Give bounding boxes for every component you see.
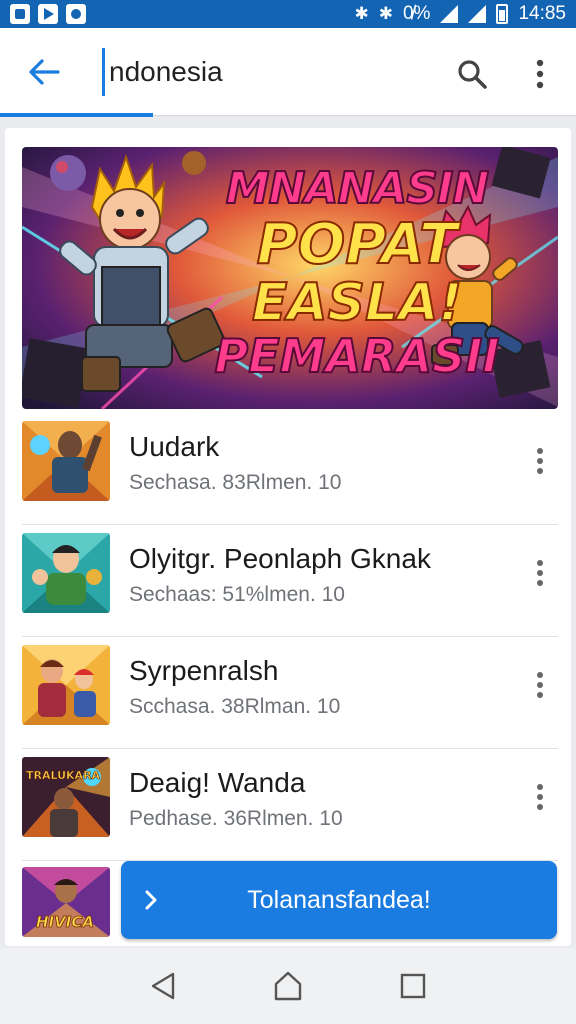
home-icon — [274, 971, 302, 1001]
item-overflow-button[interactable] — [526, 773, 554, 821]
banner-line-4: PEMARASII — [214, 329, 501, 383]
status-bar: ✱ ✱ 0̸% 14:85 — [0, 0, 576, 28]
game-meta: Sechasa. 83Rlmen. 10 — [129, 471, 342, 494]
banner-title: MNANASIN POPAT EASLA! PEMARASII — [192, 163, 522, 383]
nav-recents-button[interactable] — [388, 961, 438, 1011]
search-input[interactable] — [102, 48, 422, 96]
bluetooth-icon: ✱ — [354, 4, 369, 23]
thumbnail-logo-text: TRALUKARA — [26, 769, 101, 782]
results-card: MNANASIN POPAT EASLA! PEMARASII Uudark S… — [5, 128, 571, 946]
search-icon — [458, 60, 487, 89]
game-thumbnail — [22, 421, 110, 501]
signal-icon — [440, 5, 459, 23]
play-store-icon — [38, 4, 58, 24]
more-vertical-icon — [537, 784, 543, 810]
nav-back-button[interactable] — [138, 961, 188, 1011]
more-vertical-icon — [537, 448, 543, 474]
app-notification-icon — [10, 4, 30, 24]
chevron-right-icon — [121, 888, 181, 912]
primary-action-label: Tolanansfandea! — [247, 885, 431, 914]
game-list-item[interactable]: HIVICA Tolanansfandea! — [22, 861, 558, 947]
thumbnail-logo-text: HIVICA — [36, 913, 94, 931]
game-thumbnail: TRALUKARA — [22, 757, 110, 837]
game-meta: Scchasa. 38Rlman. 10 — [129, 695, 341, 718]
more-vertical-icon — [537, 560, 543, 586]
game-thumbnail — [22, 645, 110, 725]
game-thumbnail: HIVICA — [22, 867, 110, 937]
overflow-menu-button[interactable] — [520, 52, 560, 96]
game-meta: Pedhase. 36Rlmen. 10 — [129, 807, 343, 830]
app-bar — [0, 28, 576, 117]
game-list-item[interactable]: Uudark Sechasa. 83Rlmen. 10 — [22, 413, 558, 525]
signal-text: 0̸% — [402, 3, 431, 24]
game-meta: Sechaas: 51%lmen. 10 — [129, 583, 345, 606]
banner-line-2: POPAT — [256, 212, 459, 277]
square-recents-icon — [401, 973, 426, 999]
item-overflow-button[interactable] — [526, 549, 554, 597]
featured-banner[interactable]: MNANASIN POPAT EASLA! PEMARASII — [22, 147, 558, 409]
item-overflow-button[interactable] — [526, 437, 554, 485]
status-time: 14:85 — [518, 3, 566, 24]
nav-home-button[interactable] — [263, 961, 313, 1011]
banner-line-1: MNANASIN — [225, 163, 490, 214]
back-button[interactable] — [22, 52, 66, 92]
game-thumbnail — [22, 533, 110, 613]
game-list-item[interactable]: Olyitgr. Peonlaph Gknak Sechaas: 51%lmen… — [22, 525, 558, 637]
arrow-left-icon — [29, 59, 60, 85]
bluetooth-icon-2: ✱ — [378, 4, 393, 23]
game-title: Deaig! Wanda — [129, 767, 306, 798]
game-title: Olyitgr. Peonlaph Gknak — [129, 543, 431, 574]
primary-action-button[interactable]: Tolanansfandea! — [121, 861, 557, 939]
item-overflow-button[interactable] — [526, 661, 554, 709]
more-vertical-icon — [536, 59, 544, 89]
tab-indicator — [0, 113, 153, 117]
game-title: Uudark — [129, 431, 220, 462]
wifi-icon — [468, 5, 487, 23]
banner-line-3: EASLA! — [251, 273, 463, 333]
triangle-back-icon — [151, 972, 174, 1000]
more-vertical-icon — [537, 672, 543, 698]
game-list-item[interactable]: TRALUKARA Deaig! Wanda Pedhase. 36Rlmen.… — [22, 749, 558, 861]
system-nav-bar — [0, 948, 576, 1024]
sync-icon — [66, 4, 86, 24]
battery-icon — [496, 4, 509, 24]
game-list-item[interactable]: Syrpenralsh Scchasa. 38Rlman. 10 — [22, 637, 558, 749]
game-title: Syrpenralsh — [129, 655, 279, 686]
search-button[interactable] — [450, 52, 494, 96]
